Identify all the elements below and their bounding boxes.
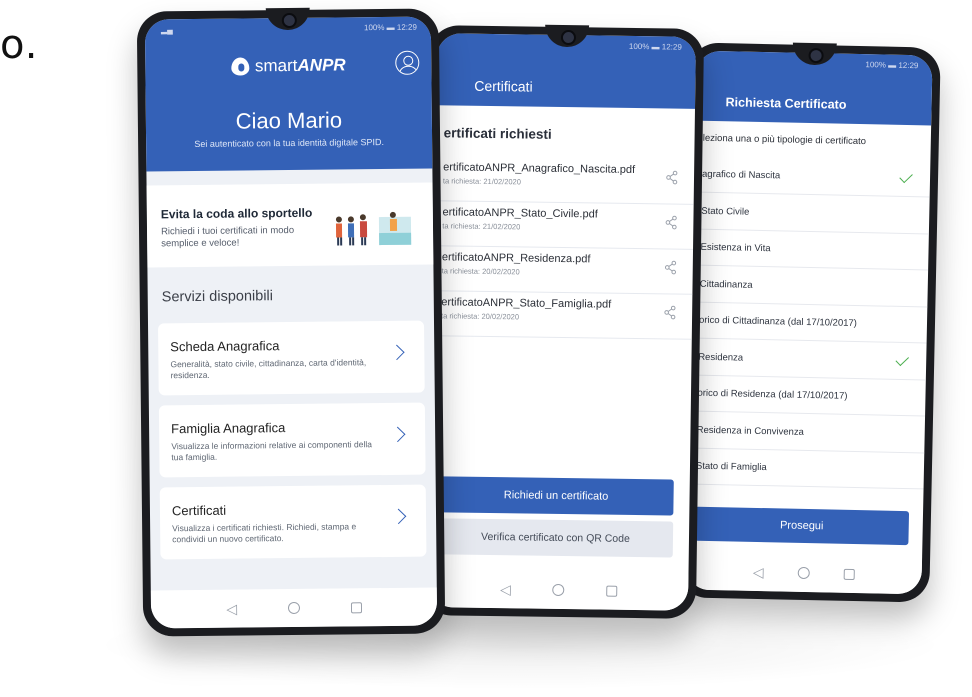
prosegui-button[interactable]: Prosegui	[694, 506, 910, 546]
card-title: Certificati	[171, 502, 227, 519]
phone2-screen: 100% ▬ 12:29 Certificati ertificati rich…	[429, 33, 696, 611]
logo-prefix: smart	[254, 55, 298, 76]
option-label: Stato di Famiglia	[695, 460, 767, 474]
page-title: Certificati	[474, 77, 533, 95]
android-nav-bar: ◁	[429, 569, 689, 611]
certificate-row[interactable]: ertificatoANPR_Residenza.pdf ta richiesta…	[433, 247, 694, 295]
cropped-heading-text: o.	[0, 22, 39, 68]
service-card-famiglia-anagrafica[interactable]: Famiglia Anagrafica Visualizza le inform…	[158, 402, 426, 478]
battery-text: 100%	[363, 23, 385, 33]
certificate-type-option[interactable]: Residenza	[689, 339, 927, 380]
certificate-type-option[interactable]: orico di Residenza (dal 17/10/2017)	[689, 375, 926, 417]
certificate-type-option[interactable]: agrafico di Nascita	[693, 156, 931, 198]
card-description: Visualizza le informazioni relative ai c…	[171, 439, 372, 463]
certificate-date: ta richiesta: 20/02/2020	[441, 311, 520, 322]
phone-home: ▂▄ 100% ▬ 12:29 smartANPR Ciao Mario Sei…	[136, 7, 446, 637]
page-title: Richiesta Certificato	[725, 95, 847, 112]
certificate-date: ta richiesta: 21/02/2020	[442, 221, 521, 232]
home-icon[interactable]	[797, 566, 810, 580]
option-label: Cittadinanza	[699, 278, 753, 291]
clock-text: 12:29	[661, 42, 682, 52]
certificate-row[interactable]: ertificatoANPR_Stato_Famiglia.pdf ta rich…	[432, 292, 693, 340]
profile-icon[interactable]	[395, 50, 420, 75]
back-icon[interactable]: ◁	[226, 600, 237, 617]
card-description: Visualizza i certificati richiesti. Rich…	[172, 521, 357, 545]
promo-banner: Evita la coda allo sportello Richiedi i …	[146, 182, 434, 268]
android-nav-bar: ◁	[685, 551, 923, 595]
certificate-type-option[interactable]: Stato di Famiglia	[687, 448, 925, 490]
option-label: Residenza	[698, 351, 744, 364]
queue-illustration	[335, 211, 412, 246]
greeting-subtitle: Sei autenticato con la tua identità digi…	[194, 137, 384, 150]
share-icon[interactable]	[664, 260, 677, 275]
option-label: Stato Civile	[701, 205, 750, 218]
android-nav-bar: ◁	[150, 587, 438, 629]
clock-text: 12:29	[396, 22, 417, 32]
option-label: Esistenza in Vita	[700, 241, 771, 255]
phone-richiesta-certificato: 100% ▬ 12:29 Richiesta Certificato lezio…	[677, 42, 941, 603]
service-card-scheda-anagrafica[interactable]: Scheda Anagrafica Generalità, stato civi…	[158, 320, 425, 396]
phone3-screen: 100% ▬ 12:29 Richiesta Certificato lezio…	[685, 50, 933, 595]
certificate-filename: ertificatoANPR_Residenza.pdf	[441, 251, 591, 266]
chevron-right-icon	[389, 344, 405, 361]
battery-text: 100%	[628, 41, 650, 52]
camera-notch	[792, 42, 837, 66]
certificate-row[interactable]: ertificatoANPR_Anagrafico_Nascita.pdf ta …	[434, 157, 695, 205]
certificate-type-option[interactable]: orico di Cittadinanza (dal 17/10/2017)	[690, 302, 928, 344]
certificate-type-option[interactable]: Cittadinanza	[691, 266, 929, 307]
signal-icon: ▂▄	[160, 25, 173, 35]
back-icon[interactable]: ◁	[753, 563, 764, 580]
card-title: Famiglia Anagrafica	[171, 420, 286, 437]
greeting-title: Ciao Mario	[235, 107, 343, 134]
battery-text: 100%	[865, 60, 887, 70]
option-label: orico di Cittadinanza (dal 17/10/2017)	[698, 314, 858, 330]
certificate-filename: ertificatoANPR_Stato_Famiglia.pdf	[441, 296, 612, 311]
chevron-right-icon	[389, 426, 406, 443]
share-icon[interactable]	[665, 215, 677, 230]
certificate-type-list: agrafico di Nascita Stato Civile Esistenza…	[687, 51, 933, 490]
recent-apps-icon[interactable]	[606, 585, 618, 597]
home-icon[interactable]	[552, 583, 565, 597]
card-description: Generalità, stato civile, cittadinanza, …	[170, 357, 367, 381]
certificate-date: ta richiesta: 20/02/2020	[441, 266, 520, 277]
app-bar: Richiesta Certificato	[695, 50, 933, 126]
phone-certificati: 100% ▬ 12:29 Certificati ertificati rich…	[420, 24, 705, 619]
check-icon	[899, 169, 913, 184]
header-banner: ▂▄ 100% ▬ 12:29 smartANPR Ciao Mario Sei…	[144, 16, 433, 172]
phone1-screen: ▂▄ 100% ▬ 12:29 smartANPR Ciao Mario Sei…	[144, 16, 438, 629]
certificate-filename: ertificatoANPR_Stato_Civile.pdf	[442, 206, 598, 221]
instruction-text: leziona una o più tipologie di certifica…	[702, 132, 867, 148]
card-title: Scheda Anagrafica	[170, 338, 280, 355]
promo-text: Richiedi i tuoi certificati in modo semp…	[160, 224, 295, 250]
request-certificate-button[interactable]: Richiedi un certificato	[438, 476, 674, 516]
check-icon	[895, 352, 910, 366]
logo-icon	[230, 57, 250, 76]
certificate-type-option[interactable]: Residenza in Convivenza	[688, 412, 926, 453]
services-title: Servizi disponibili	[161, 288, 274, 306]
recent-apps-icon[interactable]	[350, 601, 362, 613]
share-icon[interactable]	[666, 170, 678, 185]
verify-qr-button[interactable]: Verifica certificato con QR Code	[437, 518, 674, 558]
certificate-type-option[interactable]: Stato Civile	[692, 193, 930, 234]
certificate-filename: ertificatoANPR_Anagrafico_Nascita.pdf	[443, 161, 636, 176]
clock-text: 12:29	[898, 60, 919, 71]
home-icon[interactable]	[287, 601, 300, 615]
chevron-right-icon	[390, 508, 407, 525]
certificate-type-option[interactable]: Esistenza in Vita	[692, 229, 929, 271]
option-label: agrafico di Nascita	[701, 168, 781, 182]
share-icon[interactable]	[664, 305, 676, 320]
section-title: ertificati richiesti	[443, 125, 552, 142]
certificate-row[interactable]: ertificatoANPR_Stato_Civile.pdf ta richie…	[434, 202, 694, 250]
status-bar: 100% ▬ 12:29	[865, 60, 919, 71]
recent-apps-icon[interactable]	[843, 568, 855, 580]
back-icon[interactable]: ◁	[500, 581, 511, 598]
logo-suffix: ANPR	[297, 55, 346, 75]
certificate-date: ta richiesta: 21/02/2020	[442, 176, 521, 187]
option-label: Residenza in Convivenza	[696, 424, 805, 438]
app-logo: smartANPR	[145, 55, 431, 78]
service-card-certificati[interactable]: Certificati Visualizza i certificati ric…	[159, 484, 427, 560]
option-label: orico di Residenza (dal 17/10/2017)	[697, 387, 848, 402]
